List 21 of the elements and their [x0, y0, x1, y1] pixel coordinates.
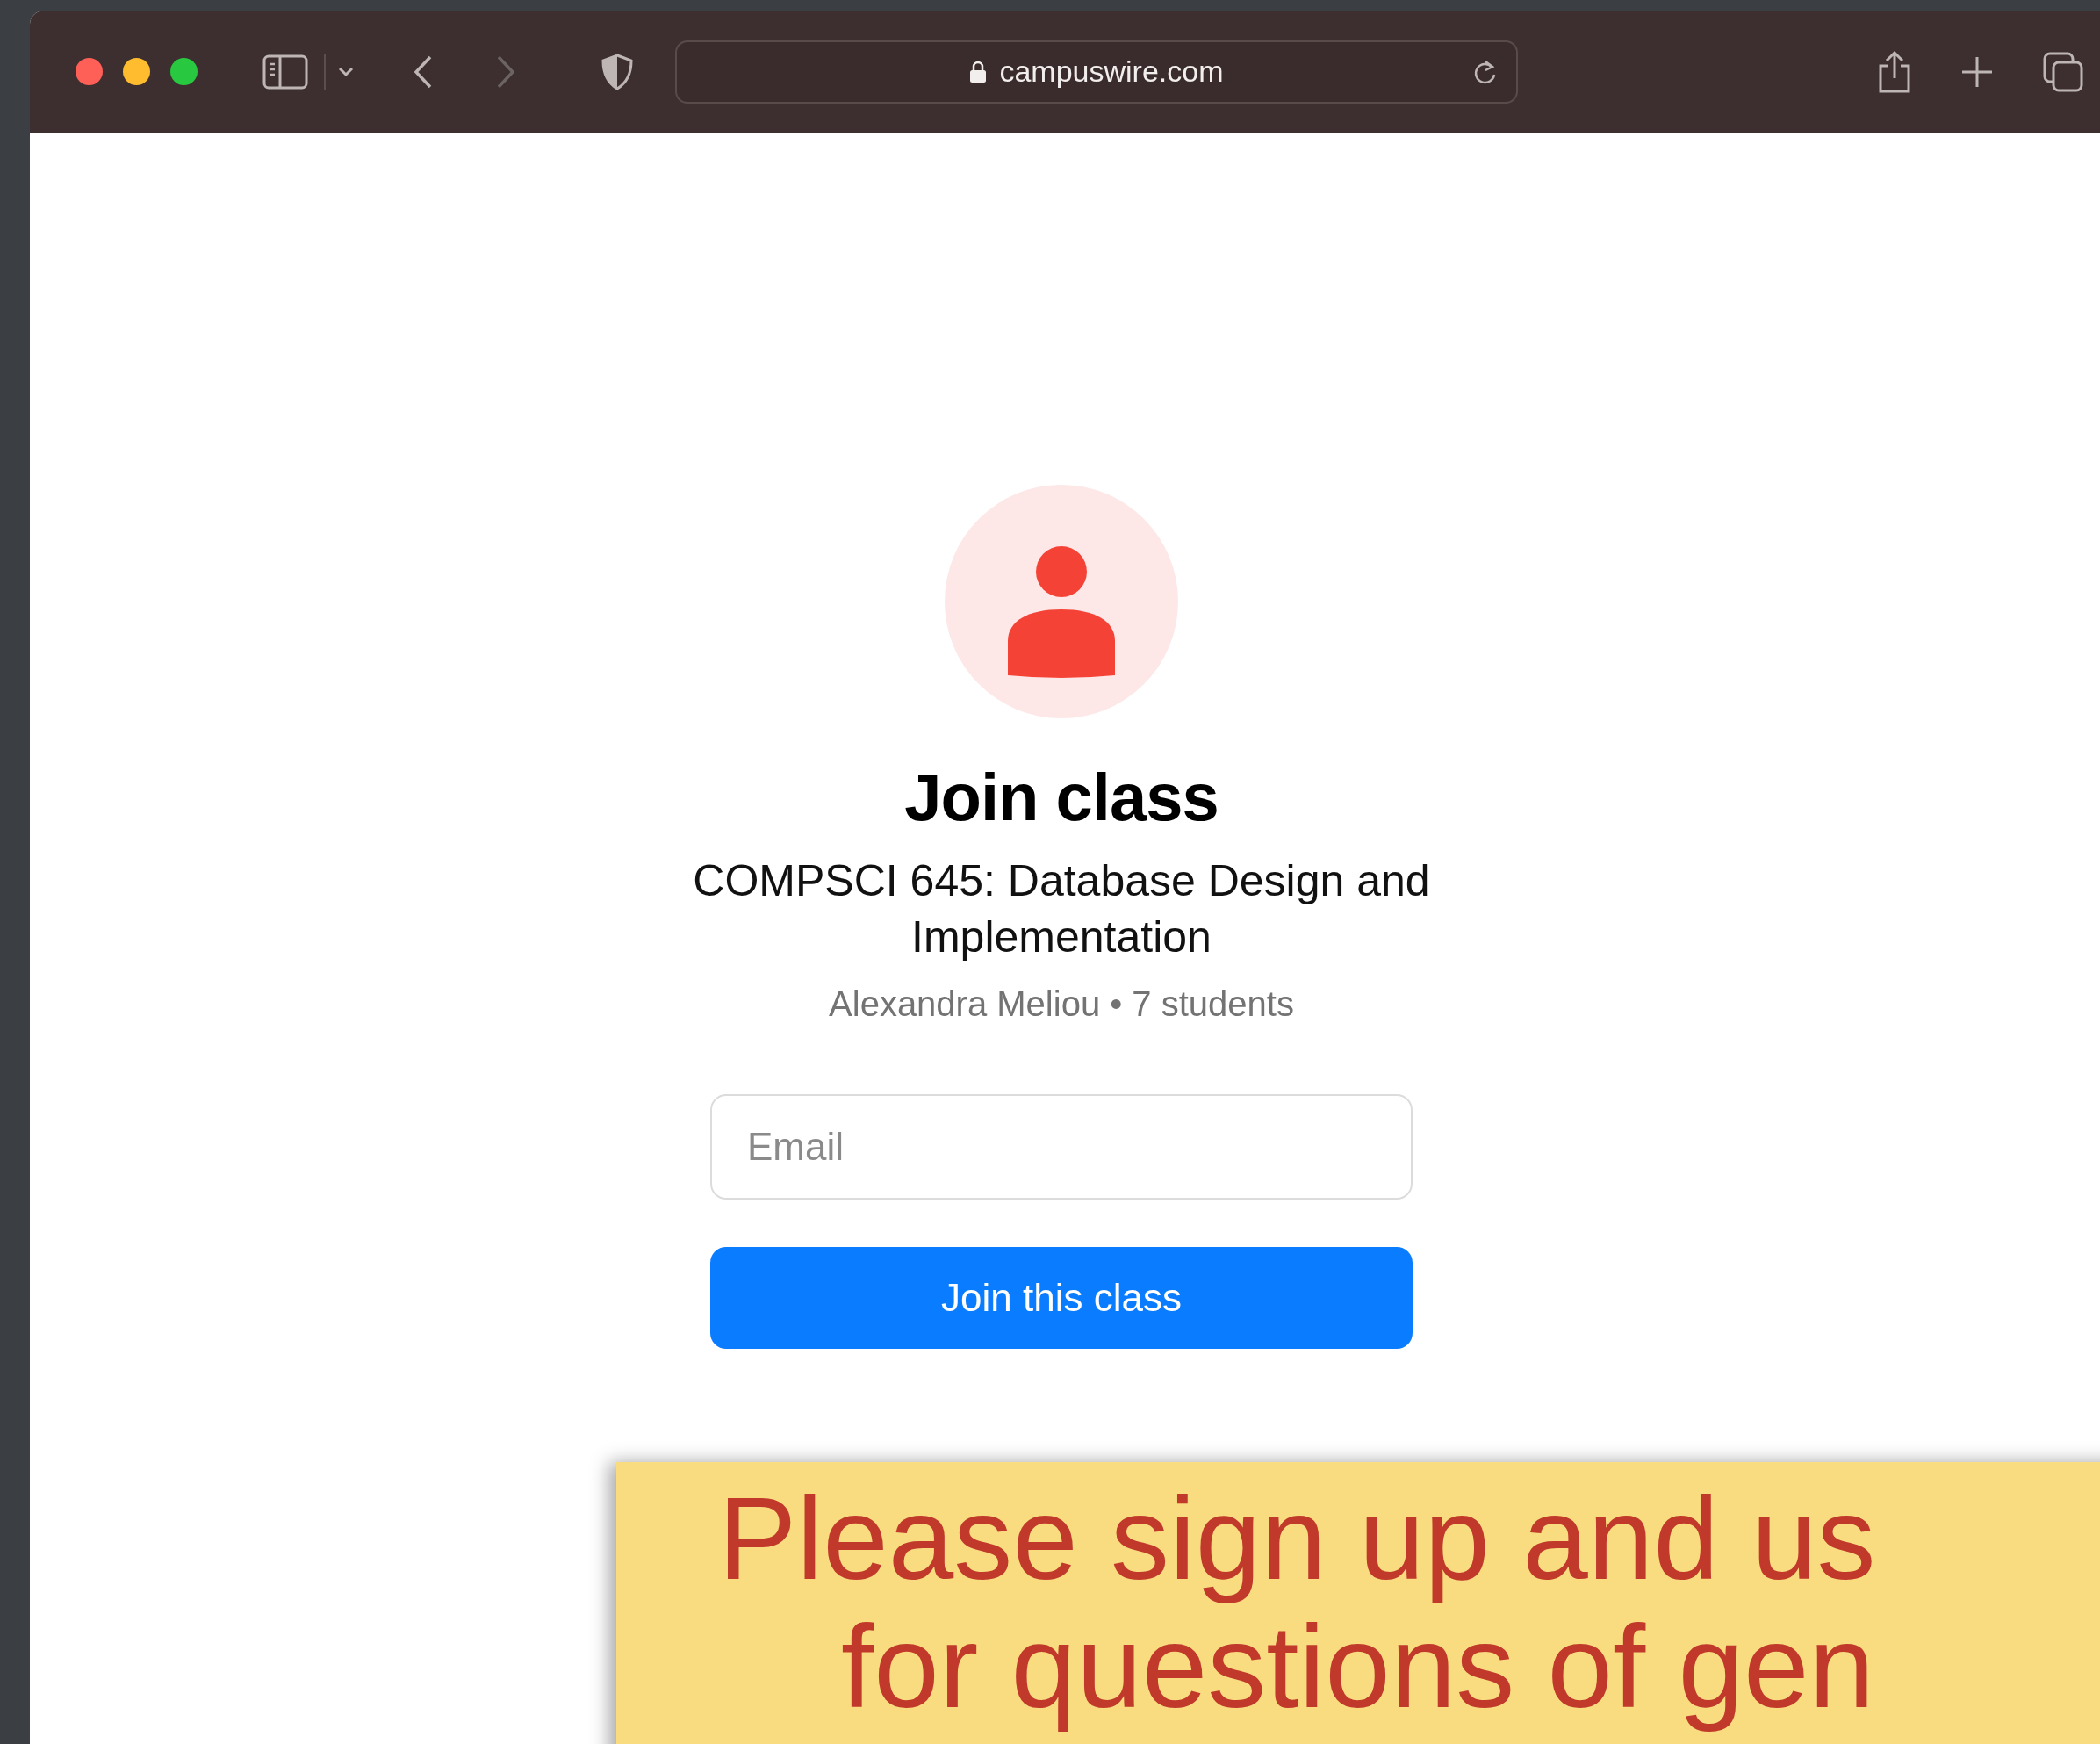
avatar-icon [945, 485, 1178, 718]
plus-icon[interactable] [1960, 54, 1994, 89]
class-info: Alexandra Meliou • 7 students [829, 984, 1294, 1024]
page-title: Join class [904, 759, 1219, 835]
join-button[interactable]: Join this class [710, 1247, 1413, 1349]
chevron-down-icon[interactable] [338, 66, 354, 77]
url-text: campuswire.com [999, 54, 1224, 89]
share-icon[interactable] [1878, 49, 1911, 94]
email-field[interactable]: Email [710, 1094, 1413, 1200]
tabs-icon[interactable] [2043, 51, 2083, 92]
sidebar-icon[interactable] [262, 54, 308, 90]
lock-icon [969, 60, 988, 83]
zoom-button[interactable] [170, 58, 198, 85]
shield-icon[interactable] [601, 53, 633, 90]
back-icon[interactable] [414, 54, 433, 89]
close-button[interactable] [76, 58, 103, 85]
minimize-button[interactable] [123, 58, 150, 85]
note-text: Please sign up and us [718, 1474, 1876, 1603]
address-bar[interactable]: campuswire.com [675, 40, 1518, 104]
note-text: for questions of gen [841, 1603, 1874, 1731]
course-name: COMPSCI 645: Database Design and Implementation [692, 855, 1431, 963]
